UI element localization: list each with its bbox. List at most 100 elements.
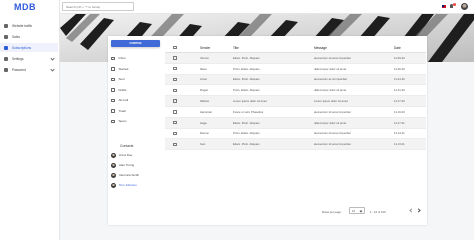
row-checkbox[interactable] <box>173 99 177 103</box>
contact-name: Anna Doe <box>119 153 133 157</box>
spam-icon <box>111 119 115 123</box>
row-checkbox[interactable] <box>173 88 177 93</box>
prev-page-icon[interactable] <box>409 208 414 213</box>
cell-message: ullamcorper dolor sit amet <box>314 88 347 93</box>
select-all-checkbox[interactable] <box>173 45 177 50</box>
folder-trash[interactable]: Trash <box>111 106 161 117</box>
avatar <box>111 162 116 168</box>
contact-name: Tom Johnson <box>119 183 137 187</box>
folder-starred[interactable]: Starred <box>111 64 161 75</box>
send-icon <box>111 77 115 81</box>
uk-flag-icon[interactable] <box>442 5 446 8</box>
contacts-heading: Contacts <box>120 144 134 148</box>
cell-message: elementum sit amet imperdiet <box>314 131 351 136</box>
cell-sender: Iliana <box>200 66 207 71</box>
cell-title: Lorem ipsum dolor sit amet <box>233 99 267 104</box>
table-row[interactable]: Damon Proin. Etiam. Aliquam elementum sit … <box>165 129 426 140</box>
mail-table: Sender Title Message Date Vernon Etiam. P… <box>165 43 426 151</box>
cell-title: Proin. Etiam. Aliquam <box>233 66 260 71</box>
row-checkbox[interactable] <box>173 110 177 114</box>
table-row[interactable]: Ivan Etiam. Proin. Aliquam elementum sit a… <box>165 139 426 151</box>
table-row[interactable]: Rogan Proin. Etiam. Aliquam ullamcorper do… <box>165 85 426 97</box>
column-sender[interactable]: Sender <box>200 46 210 50</box>
cell-sender: Walmio <box>200 99 210 104</box>
star-icon <box>111 67 115 71</box>
page-range: 1 - 10 of 100 <box>370 209 386 214</box>
sidebar-item-password[interactable]: Password <box>0 64 60 75</box>
lock-icon <box>4 67 8 72</box>
cell-sender: Damon <box>200 131 210 136</box>
contact-item[interactable]: Anna Doe <box>111 150 163 160</box>
cell-date: 11.14.21 <box>394 131 405 136</box>
row-checkbox[interactable] <box>173 120 177 125</box>
table-row[interactable]: Vernon Etiam. Proin. Aliquam elementum sit… <box>165 53 426 64</box>
table-row[interactable]: Iliana Proin. Etiam. Aliquam ullamcorper d… <box>165 64 426 75</box>
cell-date: 11.26.20 <box>394 66 405 71</box>
cell-title: Proin. Etiam. Aliquam <box>233 88 260 93</box>
table-row[interactable]: Gage Etiam. Proin. Aliquam ullamcorper dol… <box>165 117 426 129</box>
folder-label: Spam <box>118 119 127 124</box>
cell-message: ullamcorper dolor sit amet <box>314 120 347 125</box>
folder-all-mail[interactable]: All mail <box>111 95 161 106</box>
sidebar-item-label: Website traffic <box>12 23 33 28</box>
cell-date: 11.17.21 <box>394 120 405 125</box>
column-title[interactable]: Title <box>233 46 301 50</box>
folder-inbox[interactable]: Inbox <box>111 53 161 64</box>
row-checkbox[interactable] <box>173 66 177 71</box>
money-icon <box>4 34 8 39</box>
notification-badge: 1 <box>453 3 456 6</box>
cell-title: Etiam. Proin. Aliquam <box>233 120 260 125</box>
table-row[interactable]: Walmio Lorem ipsum dolor sit amet Lorem ip… <box>165 96 426 107</box>
sidebar-item-sales[interactable]: Sales <box>0 31 60 42</box>
cell-sender: Vernon <box>200 55 209 60</box>
row-checkbox[interactable] <box>173 56 177 60</box>
chart-icon <box>4 23 8 28</box>
cell-message: elementum ac at imperdiet <box>314 77 347 82</box>
logo[interactable]: MDB <box>14 2 36 12</box>
compose-button[interactable]: COMPOSE <box>111 40 160 47</box>
row-checkbox[interactable] <box>173 77 177 82</box>
cell-message: Lorem ipsum dolor sit amet <box>314 99 348 104</box>
cell-date: 11.24.20 <box>394 77 405 82</box>
cell-message: ullamcorper dolor sit amet <box>314 66 347 71</box>
contact-item[interactable]: Alan Turing <box>111 160 163 170</box>
sidebar-item-website-traffic[interactable]: Website traffic <box>0 20 60 31</box>
cell-date: 11.21.20 <box>394 88 405 93</box>
column-date[interactable]: Date <box>394 46 401 50</box>
folder-drafts[interactable]: Drafts <box>111 85 161 96</box>
top-navbar: 1 <box>60 0 474 14</box>
rows-per-page-value: 10 <box>352 209 356 213</box>
pagination: Rows per page: 10 1 - 10 of 100 <box>318 207 426 215</box>
cell-sender: Harvinder <box>200 109 213 114</box>
user-avatar[interactable] <box>461 3 468 10</box>
row-checkbox[interactable] <box>173 142 177 147</box>
folder-sent[interactable]: Sent <box>111 74 161 85</box>
row-checkbox[interactable] <box>173 131 177 136</box>
mail-card: COMPOSE Inbox Starred Sent Drafts All ma… <box>108 36 427 225</box>
table-row[interactable]: Harvinder Fusce ut velit. Phasellus elemen… <box>165 107 426 118</box>
contact-item[interactable]: Tom Johnson <box>111 180 163 190</box>
folder-label: Inbox <box>118 56 126 61</box>
sidebar-item-settings[interactable]: Settings <box>0 53 60 64</box>
mail-icon <box>111 98 115 102</box>
table-header: Sender Title Message Date <box>165 43 426 53</box>
folder-spam[interactable]: Spam <box>111 116 161 127</box>
contact-item[interactable]: Veronica Smith <box>111 170 163 180</box>
inbox-icon <box>111 56 115 60</box>
chevron-down-icon <box>359 209 363 212</box>
sidebar-item-subscriptions[interactable]: Subscriptions <box>0 42 60 53</box>
table-row[interactable]: Arnal Etiam. Proin. Aliquam elementum ac a… <box>165 74 426 86</box>
cell-date: 11.17.20 <box>394 99 405 104</box>
sidebar-item-label: Password <box>12 67 26 72</box>
column-message[interactable]: Message <box>314 46 386 50</box>
rows-per-page-select[interactable]: 10 <box>349 207 365 214</box>
search-input[interactable] <box>62 2 134 11</box>
chevron-down-icon <box>50 67 55 72</box>
cell-title: Proin. Etiam. Aliquam <box>233 131 260 136</box>
cell-sender: Rogan <box>200 88 209 93</box>
next-page-icon[interactable] <box>416 208 421 213</box>
avatar <box>111 152 116 158</box>
cell-title: Etiam. Proin. Aliquam <box>233 55 260 60</box>
cell-message: elementum sit amet imperdiet <box>314 55 351 60</box>
sidebar-nav: Website traffic Sales Subscriptions Sett… <box>0 20 60 75</box>
